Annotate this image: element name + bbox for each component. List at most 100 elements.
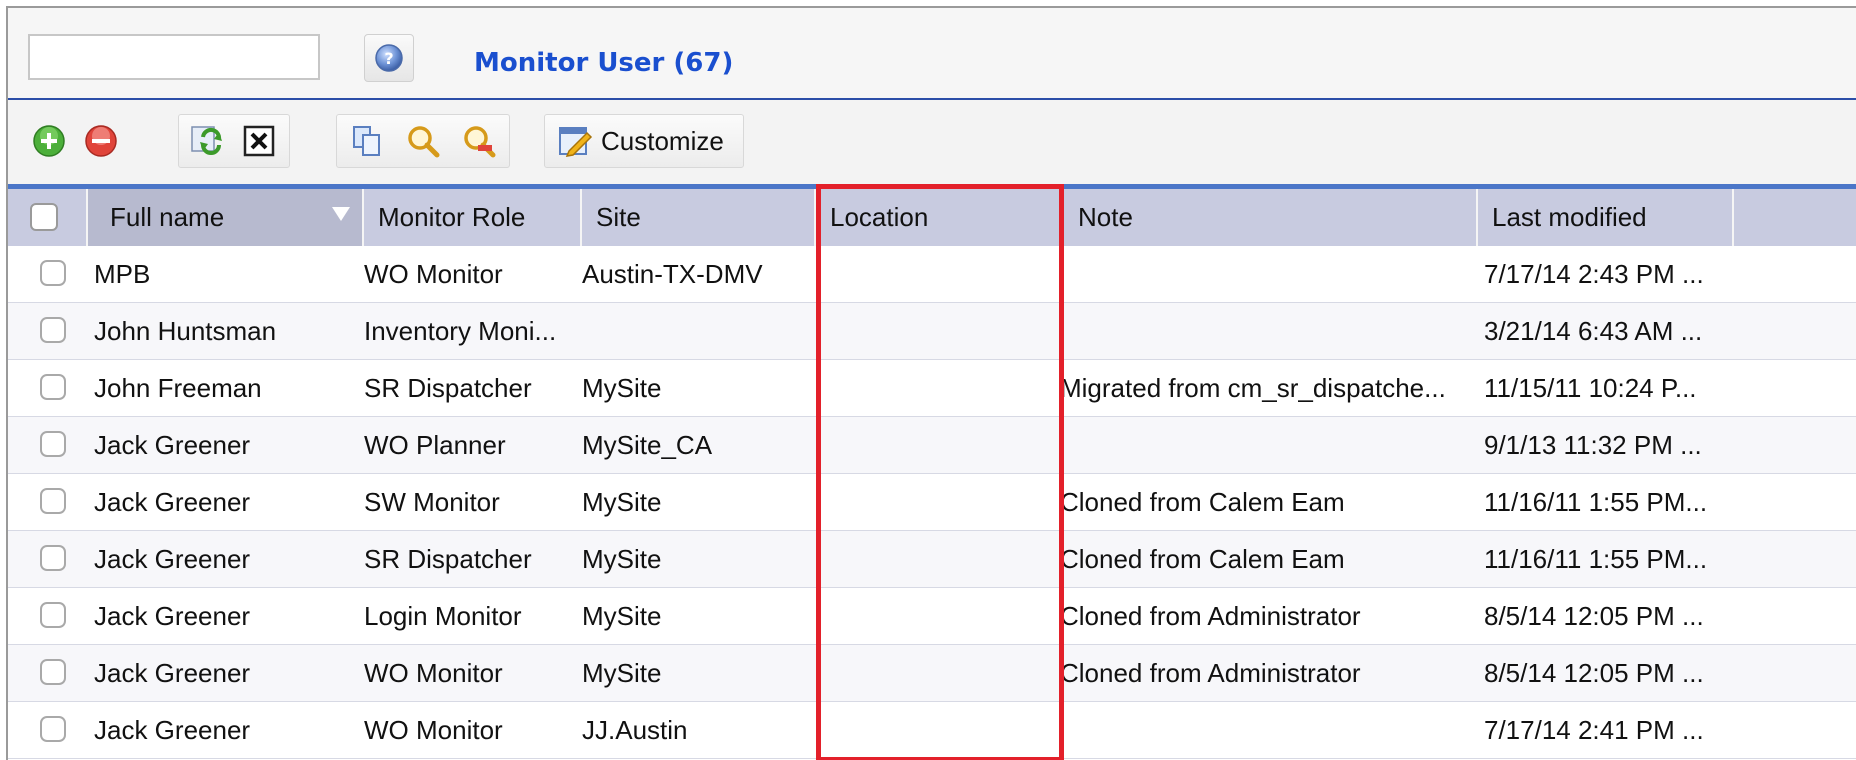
- close-button[interactable]: [236, 116, 282, 166]
- clear-search-icon: [464, 126, 496, 158]
- column-header-site[interactable]: Site: [582, 189, 816, 246]
- row-checkbox[interactable]: [40, 659, 66, 685]
- column-header-full-name[interactable]: Full name: [88, 189, 364, 246]
- cell-location: [828, 474, 1058, 531]
- cell-monitor-role: Inventory Moni...: [364, 316, 557, 346]
- sort-desc-icon: [332, 207, 350, 221]
- table-row[interactable]: Jack Greener SR Dispatcher MySite Cloned…: [8, 531, 1856, 588]
- table-row[interactable]: Jack Greener WO Monitor MySite Cloned fr…: [8, 645, 1856, 702]
- cell-full-name: John Freeman: [94, 373, 262, 403]
- svg-text:?: ?: [384, 49, 393, 68]
- customize-icon: [559, 127, 593, 157]
- cell-last-modified: 7/17/14 2:41 PM ...: [1484, 715, 1704, 745]
- cell-full-name: Jack Greener: [94, 715, 251, 745]
- copy-button[interactable]: [342, 116, 392, 166]
- cell-monitor-role: WO Planner: [364, 430, 506, 460]
- cell-full-name: John Huntsman: [94, 316, 277, 346]
- row-checkbox[interactable]: [40, 431, 66, 457]
- column-header-site-label: Site: [596, 202, 641, 232]
- column-header-full-name-label: Full name: [110, 202, 225, 232]
- row-checkbox[interactable]: [40, 545, 66, 571]
- column-header-location-label: Location: [830, 202, 929, 232]
- refresh-button[interactable]: [184, 116, 230, 166]
- cell-note: Cloned from Administrator: [1060, 601, 1361, 631]
- table-row[interactable]: Jack Greener Login Monitor MySite Cloned…: [8, 588, 1856, 645]
- cell-location: [828, 531, 1058, 588]
- cell-site: MySite_CA: [582, 430, 713, 460]
- cell-last-modified: 11/16/11 1:55 PM...: [1484, 544, 1708, 574]
- select-all-checkbox[interactable]: [30, 203, 58, 231]
- close-icon: [243, 125, 275, 157]
- title-bar: ? Monitor User (67): [8, 8, 1856, 100]
- cell-monitor-role: SR Dispatcher: [364, 544, 532, 574]
- cell-full-name: Jack Greener: [94, 430, 251, 460]
- cell-last-modified: 11/16/11 1:55 PM...: [1484, 487, 1708, 517]
- help-icon: ?: [375, 44, 403, 72]
- cell-last-modified: 9/1/13 11:32 PM ...: [1484, 430, 1702, 460]
- cell-site: MySite: [582, 373, 662, 403]
- cell-location: [828, 588, 1058, 645]
- row-checkbox[interactable]: [40, 374, 66, 400]
- add-icon: [33, 125, 65, 157]
- cell-monitor-role: WO Monitor: [364, 658, 503, 688]
- cell-location: [828, 645, 1058, 702]
- cell-location: [828, 702, 1058, 759]
- copy-icon: [353, 126, 380, 156]
- cell-monitor-role: SR Dispatcher: [364, 373, 532, 403]
- delete-button[interactable]: [80, 116, 122, 166]
- cell-site: [582, 303, 810, 360]
- cell-last-modified: 7/17/14 2:43 PM ...: [1484, 259, 1704, 289]
- cell-last-modified: 3/21/14 6:43 AM ...: [1484, 316, 1703, 346]
- cell-note: [1060, 303, 1474, 360]
- table-row[interactable]: MPB WO Monitor Austin-TX-DMV 7/17/14 2:4…: [8, 246, 1856, 303]
- table-row[interactable]: Jack Greener WO Monitor JJ.Austin 7/17/1…: [8, 702, 1856, 759]
- cell-last-modified: 8/5/14 12:05 PM ...: [1484, 601, 1704, 631]
- cell-monitor-role: Login Monitor: [364, 601, 522, 631]
- search-icon: [408, 126, 440, 158]
- cell-site: MySite: [582, 487, 662, 517]
- column-header-note[interactable]: Note: [1064, 189, 1478, 246]
- cell-full-name: Jack Greener: [94, 544, 251, 574]
- column-header-monitor-role[interactable]: Monitor Role: [364, 189, 582, 246]
- cell-location: [828, 360, 1058, 417]
- refresh-icon: [191, 126, 222, 155]
- customize-button[interactable]: Customize: [544, 114, 744, 168]
- search-button[interactable]: [398, 116, 448, 166]
- table-row[interactable]: Jack Greener WO Planner MySite_CA 9/1/13…: [8, 417, 1856, 474]
- help-button[interactable]: ?: [364, 34, 414, 82]
- cell-full-name: Jack Greener: [94, 487, 251, 517]
- toolbar: Customize: [8, 100, 1856, 184]
- cell-note: [1060, 246, 1474, 303]
- cell-note: [1060, 702, 1474, 759]
- cell-full-name: Jack Greener: [94, 658, 251, 688]
- table-row[interactable]: John Freeman SR Dispatcher MySite Migrat…: [8, 360, 1856, 417]
- column-header-last-modified[interactable]: Last modified: [1478, 189, 1734, 246]
- row-checkbox[interactable]: [40, 488, 66, 514]
- cell-full-name: Jack Greener: [94, 601, 251, 631]
- cell-note: Migrated from cm_sr_dispatche...: [1060, 373, 1446, 403]
- row-checkbox[interactable]: [40, 716, 66, 742]
- cell-full-name: MPB: [94, 259, 151, 289]
- clear-search-button[interactable]: [454, 116, 504, 166]
- cell-site: MySite: [582, 601, 662, 631]
- cell-note: [1060, 417, 1474, 474]
- row-checkbox[interactable]: [40, 602, 66, 628]
- row-checkbox[interactable]: [40, 317, 66, 343]
- search-input[interactable]: [28, 34, 320, 80]
- row-checkbox[interactable]: [40, 260, 66, 286]
- page-title: Monitor User (67): [474, 48, 734, 78]
- column-header-note-label: Note: [1078, 202, 1133, 232]
- cell-site: MySite: [582, 658, 662, 688]
- cell-monitor-role: WO Monitor: [364, 259, 503, 289]
- cell-last-modified: 11/15/11 10:24 P...: [1484, 373, 1697, 403]
- cell-location: [828, 246, 1058, 303]
- table-row[interactable]: John Huntsman Inventory Moni... 3/21/14 …: [8, 303, 1856, 360]
- table-row[interactable]: Jack Greener SW Monitor MySite Cloned fr…: [8, 474, 1856, 531]
- cell-last-modified: 8/5/14 12:05 PM ...: [1484, 658, 1704, 688]
- cell-site: JJ.Austin: [582, 715, 688, 745]
- add-button[interactable]: [28, 116, 70, 166]
- column-header-monitor-role-label: Monitor Role: [378, 202, 526, 232]
- customize-label: Customize: [601, 125, 724, 156]
- cell-monitor-role: WO Monitor: [364, 715, 503, 745]
- column-header-location[interactable]: Location: [816, 189, 1064, 246]
